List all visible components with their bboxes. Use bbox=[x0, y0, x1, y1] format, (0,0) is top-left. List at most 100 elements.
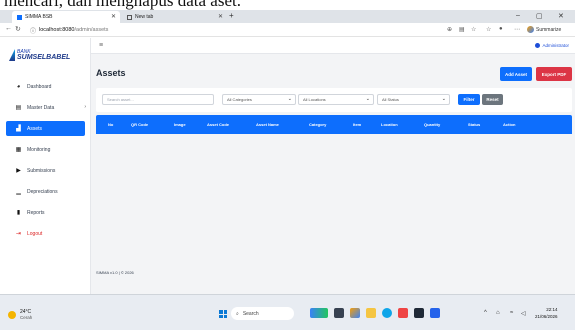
new-tab-icon[interactable]: + bbox=[229, 11, 234, 20]
summarize-label: Summarize bbox=[536, 26, 562, 33]
bank-logo[interactable]: BANK SUMSELBABEL bbox=[9, 48, 70, 62]
favorites-icon[interactable]: ☆ bbox=[486, 26, 491, 33]
export-pdf-button[interactable]: Export PDF bbox=[536, 67, 572, 81]
widgets-icon[interactable] bbox=[310, 308, 328, 318]
page-title: Assets bbox=[96, 68, 126, 78]
column-header: Asset Code bbox=[207, 122, 230, 127]
user-name: Administrator bbox=[542, 43, 569, 48]
reader-icon[interactable]: ▤ bbox=[459, 26, 465, 33]
sidebar-item-label: Depreciations bbox=[27, 188, 58, 195]
store-icon[interactable] bbox=[398, 308, 408, 318]
taskbar-clock[interactable]: 22:14 21/06/2026 bbox=[535, 306, 558, 320]
copilot-app-icon[interactable] bbox=[350, 308, 360, 318]
profile-icon[interactable]: ● bbox=[499, 26, 503, 32]
sidebar-item-label: Submissions bbox=[27, 167, 56, 174]
tray-overflow-icon[interactable]: ^ bbox=[484, 310, 487, 316]
hamburger-menu-icon[interactable]: ≡ bbox=[99, 42, 103, 49]
clipboard-icon: ▦ bbox=[15, 147, 22, 153]
caption-text: mencari, dan menghapus data aset. bbox=[4, 0, 241, 10]
sidebar-item-reports[interactable]: ▮ Reports bbox=[0, 202, 91, 223]
sidebar-item-label: Monitoring bbox=[27, 146, 51, 153]
browser-address-bar: ← ↻ ⓘ localhost:8080/admin/assets ⊕ ▤ ☆ … bbox=[0, 23, 575, 37]
back-icon[interactable]: ← bbox=[5, 25, 12, 32]
column-header: Status bbox=[468, 122, 481, 127]
app-root: BANK SUMSELBABEL ◕ Dashboard ▤ Master Da… bbox=[0, 38, 575, 294]
sidebar-item-submissions[interactable]: ▶ Submissions bbox=[0, 160, 91, 181]
site-info-icon[interactable]: ⓘ bbox=[30, 26, 36, 35]
app-footer: SIMMA v1.0 | © 2026 bbox=[96, 270, 134, 275]
document-caption: mencari, dan menghapus data aset. bbox=[0, 0, 575, 10]
sidebar-menu: ◕ Dashboard ▤ Master Data › ▟ Assets ▦ M… bbox=[0, 76, 91, 244]
sidebar-item-monitoring[interactable]: ▦ Monitoring bbox=[0, 139, 91, 160]
category-select-value: All Categories bbox=[227, 97, 252, 102]
start-button-icon[interactable] bbox=[219, 310, 227, 318]
sidebar-item-depreciations[interactable]: ▁ Depreciations bbox=[0, 181, 91, 202]
search-input[interactable]: Search asset... bbox=[102, 94, 214, 105]
user-menu[interactable]: Administrator bbox=[535, 43, 569, 48]
column-header: Item bbox=[353, 122, 362, 127]
maximize-icon[interactable]: ▢ bbox=[536, 12, 543, 20]
user-avatar-icon bbox=[535, 43, 541, 48]
chevron-down-icon: ⌄ bbox=[287, 96, 292, 102]
volume-icon[interactable]: ◁ bbox=[521, 310, 526, 317]
database-icon: ▤ bbox=[15, 105, 22, 111]
browser-tab-new[interactable]: New tab ✕ bbox=[122, 11, 227, 23]
network-icon[interactable]: ⌂ bbox=[496, 310, 500, 316]
url-path: /admin/assets bbox=[74, 27, 109, 33]
sidebar-item-logout[interactable]: ⇥ Logout bbox=[0, 223, 91, 244]
search-icon: ⌕ bbox=[236, 310, 239, 317]
url-host: localhost:8080 bbox=[39, 27, 75, 33]
sidebar-item-label: Master Data bbox=[27, 104, 55, 111]
browser-tab-simma[interactable]: SIMMA BSB ✕ bbox=[12, 11, 120, 23]
url-field[interactable]: ⓘ localhost:8080/admin/assets bbox=[30, 25, 430, 35]
tab-title: New tab bbox=[135, 14, 154, 20]
status-select[interactable]: All Status ⌄ bbox=[377, 94, 450, 105]
filter-button[interactable]: Filter bbox=[458, 94, 480, 105]
favorite-star-icon[interactable]: ☆ bbox=[471, 26, 476, 33]
vscode-icon[interactable] bbox=[430, 308, 440, 318]
summarize-button[interactable]: Summarize bbox=[527, 26, 561, 33]
close-tab-icon[interactable]: ✕ bbox=[111, 14, 116, 20]
category-select[interactable]: All Categories ⌄ bbox=[222, 94, 296, 105]
truck-icon: ▶ bbox=[16, 168, 21, 174]
minimize-icon[interactable]: – bbox=[516, 12, 520, 19]
location-select[interactable]: All Locations ⌄ bbox=[298, 94, 374, 105]
sidebar-item-assets[interactable]: ▟ Assets bbox=[6, 121, 85, 136]
sidebar-item-label: Assets bbox=[27, 125, 43, 132]
column-header: Asset Name bbox=[256, 122, 279, 127]
browser-tab-strip: ⌄ SIMMA BSB ✕ New tab ✕ + – ▢ ✕ bbox=[0, 10, 575, 29]
logo-mark-icon bbox=[9, 49, 15, 61]
assets-table-header: No QR Code Image Asset Code Asset Name C… bbox=[96, 115, 572, 134]
close-tab-icon[interactable]: ✕ bbox=[218, 14, 223, 20]
wifi-icon[interactable]: ≈ bbox=[510, 310, 513, 316]
file-explorer-icon[interactable] bbox=[366, 308, 376, 318]
taskbar-search[interactable]: ⌕ Search bbox=[231, 307, 294, 320]
clock-time: 22:14 bbox=[546, 307, 558, 312]
zoom-icon[interactable]: ⊕ bbox=[447, 26, 452, 33]
add-asset-button[interactable]: Add Asset bbox=[500, 67, 532, 81]
more-icon[interactable]: ⋯ bbox=[514, 26, 520, 33]
sidebar-item-label: Dashboard bbox=[27, 83, 52, 90]
chevron-right-icon: › bbox=[84, 104, 86, 110]
column-header: No bbox=[108, 122, 114, 127]
windows-taskbar: 24°C Cerah ⌕ Search ^ ⌂ ≈ ◁ 22:14 21/06/… bbox=[0, 294, 575, 330]
edge-browser-icon[interactable] bbox=[382, 308, 392, 318]
file-icon: ▮ bbox=[16, 210, 21, 216]
weather-widget[interactable]: 24°C Cerah bbox=[8, 309, 32, 321]
location-select-value: All Locations bbox=[303, 97, 326, 102]
sidebar-item-dashboard[interactable]: ◕ Dashboard bbox=[0, 76, 91, 97]
reload-icon[interactable]: ↻ bbox=[15, 25, 21, 33]
weather-condition: Cerah bbox=[20, 315, 33, 320]
logo-line2: SUMSELBABEL bbox=[17, 54, 71, 61]
column-header: Image bbox=[174, 122, 186, 127]
sidebar: BANK SUMSELBABEL ◕ Dashboard ▤ Master Da… bbox=[0, 38, 91, 294]
column-header: QR Code bbox=[131, 122, 149, 127]
new-tab-favicon-icon bbox=[127, 14, 132, 20]
terminal-icon[interactable] bbox=[414, 308, 424, 318]
task-view-icon[interactable] bbox=[334, 308, 344, 318]
reset-button[interactable]: Reset bbox=[482, 94, 503, 105]
taskbar-search-label: Search bbox=[242, 310, 259, 317]
window-close-icon[interactable]: ✕ bbox=[558, 12, 564, 20]
sidebar-item-master-data[interactable]: ▤ Master Data › bbox=[0, 97, 91, 118]
clock-date: 21/06/2026 bbox=[535, 314, 558, 319]
